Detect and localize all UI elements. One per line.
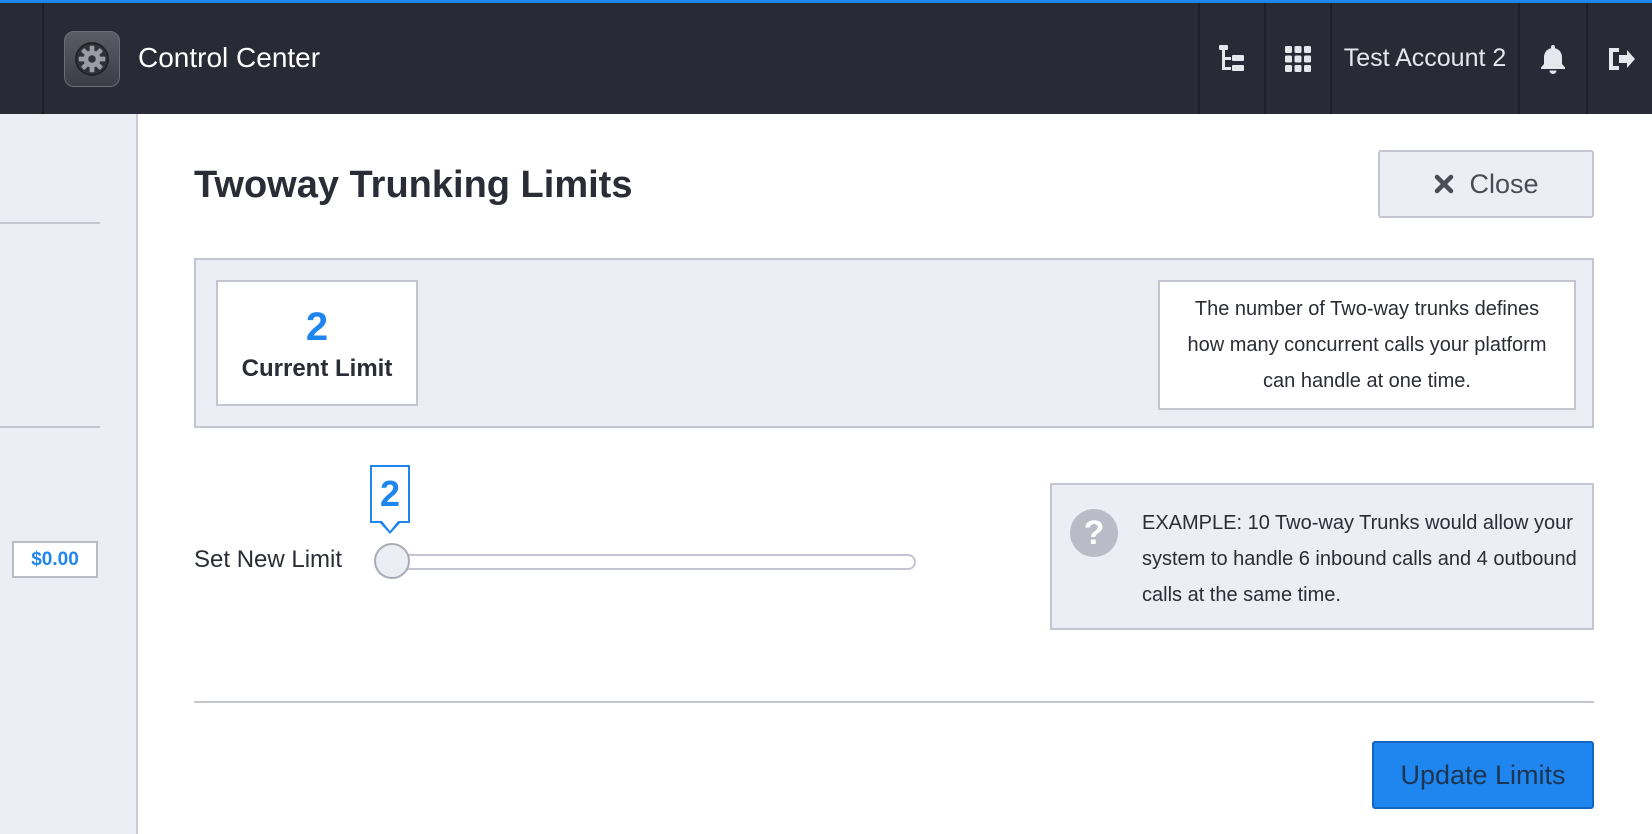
logout-icon [1609,47,1635,70]
current-limit-card: 2 Current Limit [216,280,418,406]
gear-icon[interactable] [64,31,120,87]
current-limit-label: Current Limit [241,355,393,382]
limit-slider-track[interactable] [388,554,916,570]
apps-grid-button[interactable] [1264,3,1330,114]
close-button-label: Close [1469,168,1539,199]
example-text: EXAMPLE: 10 Two-way Trunks would allow y… [1142,512,1577,606]
limit-description: The number of Two-way trunks defines how… [1158,280,1576,410]
account-name: Test Account 2 [1343,44,1507,72]
apps-grid-icon [1285,45,1311,72]
topbar-left-divider [42,3,44,114]
limit-slider-handle[interactable] [374,543,410,579]
slider-value-tooltip: 2 [370,465,410,523]
logout-button[interactable] [1586,3,1652,114]
modal-divider [194,701,1594,703]
app-title: Control Center [138,42,321,73]
account-menu[interactable]: Test Account 2 [1330,3,1518,114]
org-chart-icon [1219,44,1244,71]
background-side-panel: $0.00 [0,114,138,834]
update-limits-button[interactable]: Update Limits [1372,741,1594,809]
top-bar: Control Center Test Account 2 [0,0,1652,114]
divider [0,426,100,428]
question-icon: ? [1070,509,1118,557]
org-chart-button[interactable] [1198,3,1264,114]
close-icon [1435,174,1454,194]
divider [0,222,100,224]
example-info-box: ? EXAMPLE: 10 Two-way Trunks would allow… [1050,483,1594,630]
modal-title: Twoway Trunking Limits [194,164,633,206]
notifications-button[interactable] [1518,3,1586,114]
current-limit-value: 2 [305,305,329,349]
close-button[interactable]: Close [1378,150,1594,218]
balance-badge: $0.00 [12,541,98,578]
limit-info-panel: 2 Current Limit The number of Two-way tr… [194,258,1594,428]
tooltip-arrow-inner [382,521,398,531]
bell-icon [1541,44,1565,74]
set-new-limit-label: Set New Limit [194,546,343,573]
